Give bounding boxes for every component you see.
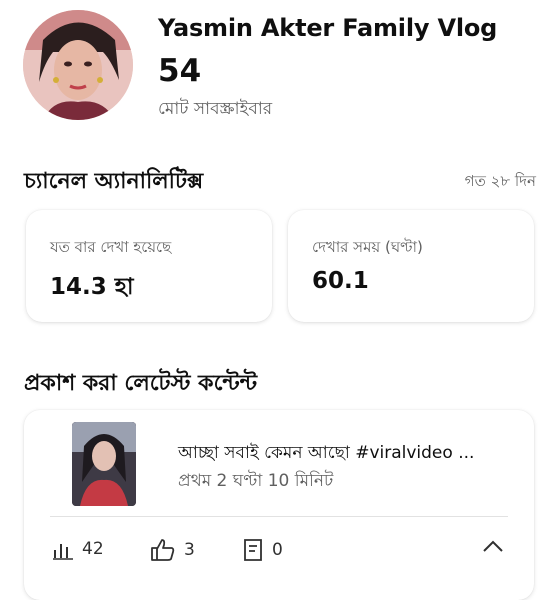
views-card[interactable]: যত বার দেখা হয়েছে 14.3 হা [26,210,272,322]
comments-count: 0 [272,540,283,560]
channel-avatar[interactable] [23,10,133,120]
divider [50,516,508,517]
watch-time-value: 60.1 [312,268,369,294]
video-period: প্রথম 2 ঘণ্টা 10 মিনিট [178,471,334,491]
views-value: 14.3 হা [50,274,134,300]
subscriber-count: 54 [158,53,202,89]
latest-content-title: প্রকাশ করা লেটেস্ট কন্টেন্ট [24,371,258,396]
watch-time-card[interactable]: দেখার সময় (ঘণ্টা) 60.1 [288,210,534,322]
chevron-up-icon[interactable] [482,538,504,557]
comments-stat: 0 [242,538,283,562]
likes-stat: 3 [150,538,195,562]
analytics-title: চ্যানেল অ্যানালিটিক্স [24,169,204,194]
views-count: 42 [82,539,104,559]
subscriber-label: মোট সাবস্ক্রাইবার [158,99,273,119]
video-thumbnail[interactable] [72,422,136,506]
latest-video-card[interactable]: আচ্ছা সবাই কেমন আছো #viralvideo ... প্রথ… [24,410,534,600]
bar-chart-icon [52,538,74,560]
views-stat: 42 [52,538,104,560]
analytics-range[interactable]: গত ২৮ দিন [465,170,536,195]
thumbs-up-icon [150,538,176,562]
comment-icon [242,538,264,562]
video-title[interactable]: আচ্ছা সবাই কেমন আছো #viralvideo ... [178,440,474,468]
channel-name: Yasmin Akter Family Vlog [158,14,498,42]
views-label: যত বার দেখা হয়েছে [50,238,172,256]
watch-time-label: দেখার সময় (ঘণ্টা) [312,238,423,256]
likes-count: 3 [184,540,195,560]
